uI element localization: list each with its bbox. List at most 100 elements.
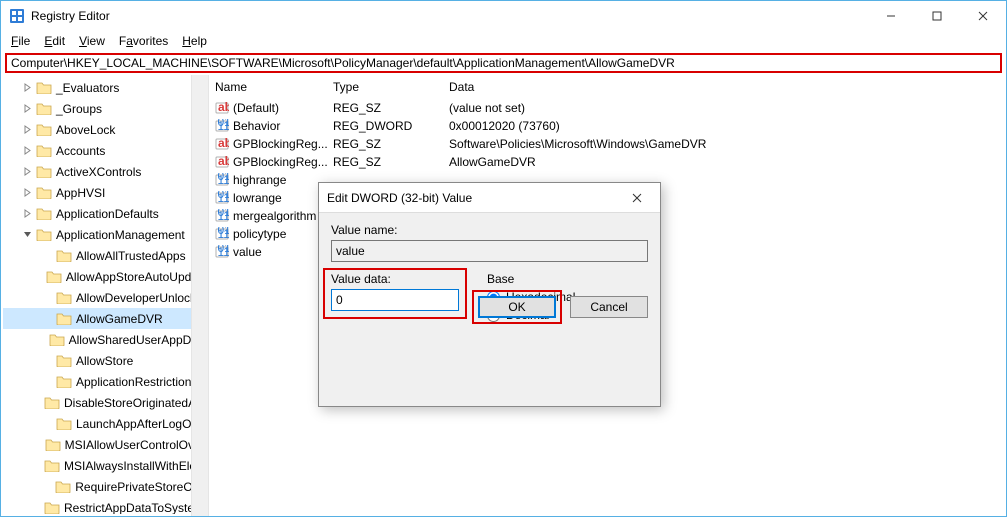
tree-node-disablestoreoriginatedapp[interactable]: DisableStoreOriginatedApp — [3, 392, 208, 413]
window-controls — [868, 1, 1006, 31]
expander-none — [41, 334, 46, 346]
value-data-highlight: Value data: — [323, 268, 467, 319]
expander-none — [41, 481, 52, 493]
expander-icon[interactable] — [21, 208, 33, 220]
row-name: (Default) — [233, 101, 279, 115]
tree-node-label: RestrictAppDataToSystemV — [64, 501, 208, 515]
tree-node-requireprivatestoreonly[interactable]: RequirePrivateStoreOnly — [3, 476, 208, 497]
row-type: REG_DWORD — [327, 119, 443, 133]
menu-edit[interactable]: Edit — [38, 32, 71, 50]
base-label: Base — [487, 272, 575, 286]
list-row[interactable]: 011110BehaviorREG_DWORD0x00012020 (73760… — [209, 117, 1006, 135]
tree-node-msiallowusercontroloveri[interactable]: MSIAllowUserControlOverI — [3, 434, 208, 455]
column-name[interactable]: Name — [209, 76, 327, 98]
tree-node-allowstore[interactable]: AllowStore — [3, 350, 208, 371]
titlebar: Registry Editor — [1, 1, 1006, 31]
row-name: lowrange — [233, 191, 282, 205]
svg-text:110: 110 — [218, 173, 230, 187]
tree-node-allowgamedvr[interactable]: AllowGameDVR — [3, 308, 208, 329]
ok-highlight: OK — [472, 290, 562, 324]
menu-view[interactable]: View — [73, 32, 111, 50]
column-data[interactable]: Data — [443, 76, 1006, 98]
edit-dword-dialog: Edit DWORD (32-bit) Value Value name: Va… — [318, 182, 661, 407]
tree-node-label: ApplicationManagement — [56, 228, 185, 242]
dialog-close-button[interactable] — [622, 184, 652, 212]
menu-help[interactable]: Help — [176, 32, 213, 50]
svg-text:110: 110 — [218, 245, 230, 259]
list-row[interactable]: abGPBlockingReg...REG_SZSoftware\Policie… — [209, 135, 1006, 153]
list-row[interactable]: abGPBlockingReg...REG_SZAllowGameDVR — [209, 153, 1006, 171]
tree-node-label: AllowStore — [76, 354, 133, 368]
tree-node-apphvsi[interactable]: AppHVSI — [3, 182, 208, 203]
tree-node-label: AboveLock — [56, 123, 115, 137]
expander-icon[interactable] — [21, 229, 33, 241]
close-button[interactable] — [960, 1, 1006, 31]
tree-node-allowshareduserappdata[interactable]: AllowSharedUserAppData — [3, 329, 208, 350]
tree-node-label: MSIAlwaysInstallWithEleva — [64, 459, 208, 473]
tree-node-label: RequirePrivateStoreOnly — [75, 480, 208, 494]
tree-node-label: LaunchAppAfterLogOn — [76, 417, 198, 431]
value-name-label: Value name: — [331, 223, 648, 237]
tree-node-activexcontrols[interactable]: ActiveXControls — [3, 161, 208, 182]
tree-node-label: AppHVSI — [56, 186, 105, 200]
minimize-button[interactable] — [868, 1, 914, 31]
expander-icon[interactable] — [21, 187, 33, 199]
tree-node-label: _Groups — [56, 102, 102, 116]
tree-node-label: ActiveXControls — [56, 165, 141, 179]
tree-node-label: DisableStoreOriginatedApp — [64, 396, 208, 410]
tree-node-applicationmanagement[interactable]: ApplicationManagement — [3, 224, 208, 245]
tree-node-label: ApplicationRestrictions — [76, 375, 197, 389]
expander-icon[interactable] — [21, 166, 33, 178]
ok-button[interactable]: OK — [478, 296, 556, 318]
tree-node--evaluators[interactable]: _Evaluators — [3, 77, 208, 98]
row-type: REG_SZ — [327, 155, 443, 169]
tree-node-applicationrestrictions[interactable]: ApplicationRestrictions — [3, 371, 208, 392]
row-name: Behavior — [233, 119, 280, 133]
row-name: value — [233, 245, 262, 259]
row-name: highrange — [233, 173, 286, 187]
row-type: REG_SZ — [327, 137, 443, 151]
tree-node-accounts[interactable]: Accounts — [3, 140, 208, 161]
address-bar[interactable]: Computer\HKEY_LOCAL_MACHINE\SOFTWARE\Mic… — [5, 53, 1002, 73]
value-name-input[interactable] — [331, 240, 648, 262]
expander-none — [41, 376, 53, 388]
expander-none — [41, 292, 53, 304]
window-title: Registry Editor — [31, 9, 868, 23]
svg-text:ab: ab — [218, 155, 229, 168]
svg-text:ab: ab — [218, 137, 229, 150]
row-data: (value not set) — [443, 101, 1006, 115]
tree-node-abovelock[interactable]: AboveLock — [3, 119, 208, 140]
svg-text:110: 110 — [218, 209, 230, 223]
expander-icon[interactable] — [21, 82, 33, 94]
tree-node-label: AllowGameDVR — [76, 312, 163, 326]
value-data-input[interactable] — [331, 289, 459, 311]
tree-node-applicationdefaults[interactable]: ApplicationDefaults — [3, 203, 208, 224]
tree-node-label: AllowAllTrustedApps — [76, 249, 186, 263]
row-name: GPBlockingReg... — [233, 137, 327, 151]
tree-node-msialwaysinstallwitheleva[interactable]: MSIAlwaysInstallWithEleva — [3, 455, 208, 476]
tree-node-label: AllowAppStoreAutoUpdate — [66, 270, 208, 284]
cancel-button[interactable]: Cancel — [570, 296, 648, 318]
tree-node-launchappafterlogon[interactable]: LaunchAppAfterLogOn — [3, 413, 208, 434]
column-type[interactable]: Type — [327, 76, 443, 98]
menu-favorites[interactable]: Favorites — [113, 32, 174, 50]
maximize-button[interactable] — [914, 1, 960, 31]
menu-file[interactable]: File — [5, 32, 36, 50]
expander-icon[interactable] — [21, 103, 33, 115]
expander-icon[interactable] — [21, 124, 33, 136]
expander-none — [41, 250, 53, 262]
tree-node-label: _Evaluators — [56, 81, 119, 95]
expander-none — [41, 439, 42, 451]
list-row[interactable]: ab(Default)REG_SZ(value not set) — [209, 99, 1006, 117]
tree-node--groups[interactable]: _Groups — [3, 98, 208, 119]
tree-node-allowdeveloperunlock[interactable]: AllowDeveloperUnlock — [3, 287, 208, 308]
value-data-label: Value data: — [331, 272, 459, 286]
tree-node-allowappstoreautoupdate[interactable]: AllowAppStoreAutoUpdate — [3, 266, 208, 287]
expander-none — [41, 313, 53, 325]
tree-scrollbar[interactable] — [191, 75, 208, 516]
expander-icon[interactable] — [21, 145, 33, 157]
tree-node-label: AllowDeveloperUnlock — [76, 291, 196, 305]
tree-view[interactable]: _Evaluators _Groups AboveLock Accounts Activ… — [1, 75, 209, 516]
tree-node-allowalltrustedapps[interactable]: AllowAllTrustedApps — [3, 245, 208, 266]
tree-node-restrictappdatatosystemv[interactable]: RestrictAppDataToSystemV — [3, 497, 208, 514]
